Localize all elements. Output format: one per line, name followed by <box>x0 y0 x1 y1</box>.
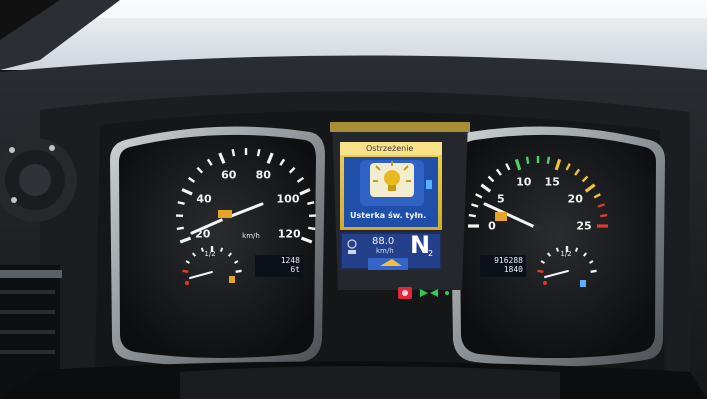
amber-warning-lamp-right <box>495 212 507 221</box>
minor-tick <box>525 156 530 164</box>
minor-tick <box>219 247 224 252</box>
minor-tick <box>574 247 579 252</box>
left-trip-display: 1248 6t <box>255 255 303 277</box>
minor-tick <box>555 247 560 252</box>
speed-tick-label: 100 <box>276 192 300 206</box>
minor-tick <box>200 247 205 252</box>
speed-tick-label: 120 <box>277 227 301 241</box>
right-odometer-line-1: 916288 <box>494 256 523 265</box>
display-speed-unit: km/h <box>376 247 394 255</box>
minor-tick <box>307 201 315 205</box>
right-odometer-display: 916288 1840 <box>480 255 526 277</box>
rpm-tick-label: 15 <box>544 175 560 189</box>
left-trip-line-2: 6t <box>290 265 300 274</box>
major-tick <box>537 269 544 274</box>
rpm-tick-label: 5 <box>496 192 505 206</box>
minor-tick <box>546 156 551 164</box>
minor-tick <box>468 213 476 218</box>
speed-tick-label: 20 <box>195 227 211 241</box>
adblue-half-label: 1/2 <box>560 250 572 258</box>
speed-tick-label: 40 <box>196 192 212 206</box>
left-trip-line-1: 1248 <box>280 256 300 265</box>
speed-tick-label: 60 <box>221 168 237 182</box>
minor-tick <box>308 226 316 231</box>
minor-tick <box>600 213 608 218</box>
adblue-icon <box>580 280 586 287</box>
fuel-pump-icon <box>229 276 235 283</box>
minor-tick <box>256 149 261 157</box>
right-odometer-line-2: 1840 <box>503 265 523 274</box>
display-speed-value: 88.0 <box>372 236 395 247</box>
minor-tick <box>177 201 185 205</box>
speed-unit-label: km/h <box>242 232 260 240</box>
speed-tick-label: 80 <box>255 168 271 182</box>
rpm-tick-label: 25 <box>576 219 592 233</box>
rpm-tick-label: 20 <box>567 192 583 206</box>
major-tick <box>182 269 189 274</box>
minor-tick <box>176 226 184 231</box>
minor-tick <box>231 149 236 157</box>
rpm-tick-label: 0 <box>488 219 496 233</box>
display-header: Ostrzeżenie <box>366 144 414 153</box>
major-tick <box>590 269 597 274</box>
dashboard-illustration <box>0 0 707 399</box>
rpm-tick-label: 10 <box>516 175 532 189</box>
display-warning-text: Usterka św. tyłn. <box>350 211 427 220</box>
dashboard-photo: 20 40 60 80 100 120 km/h 1/2 0 5 10 15 20 25 1/2 1… <box>0 0 707 399</box>
amber-warning-lamp-left <box>218 210 232 218</box>
display-gear-sub: 2 <box>428 249 434 258</box>
major-tick <box>235 269 242 274</box>
fuel-half-label: 1/2 <box>204 250 216 258</box>
